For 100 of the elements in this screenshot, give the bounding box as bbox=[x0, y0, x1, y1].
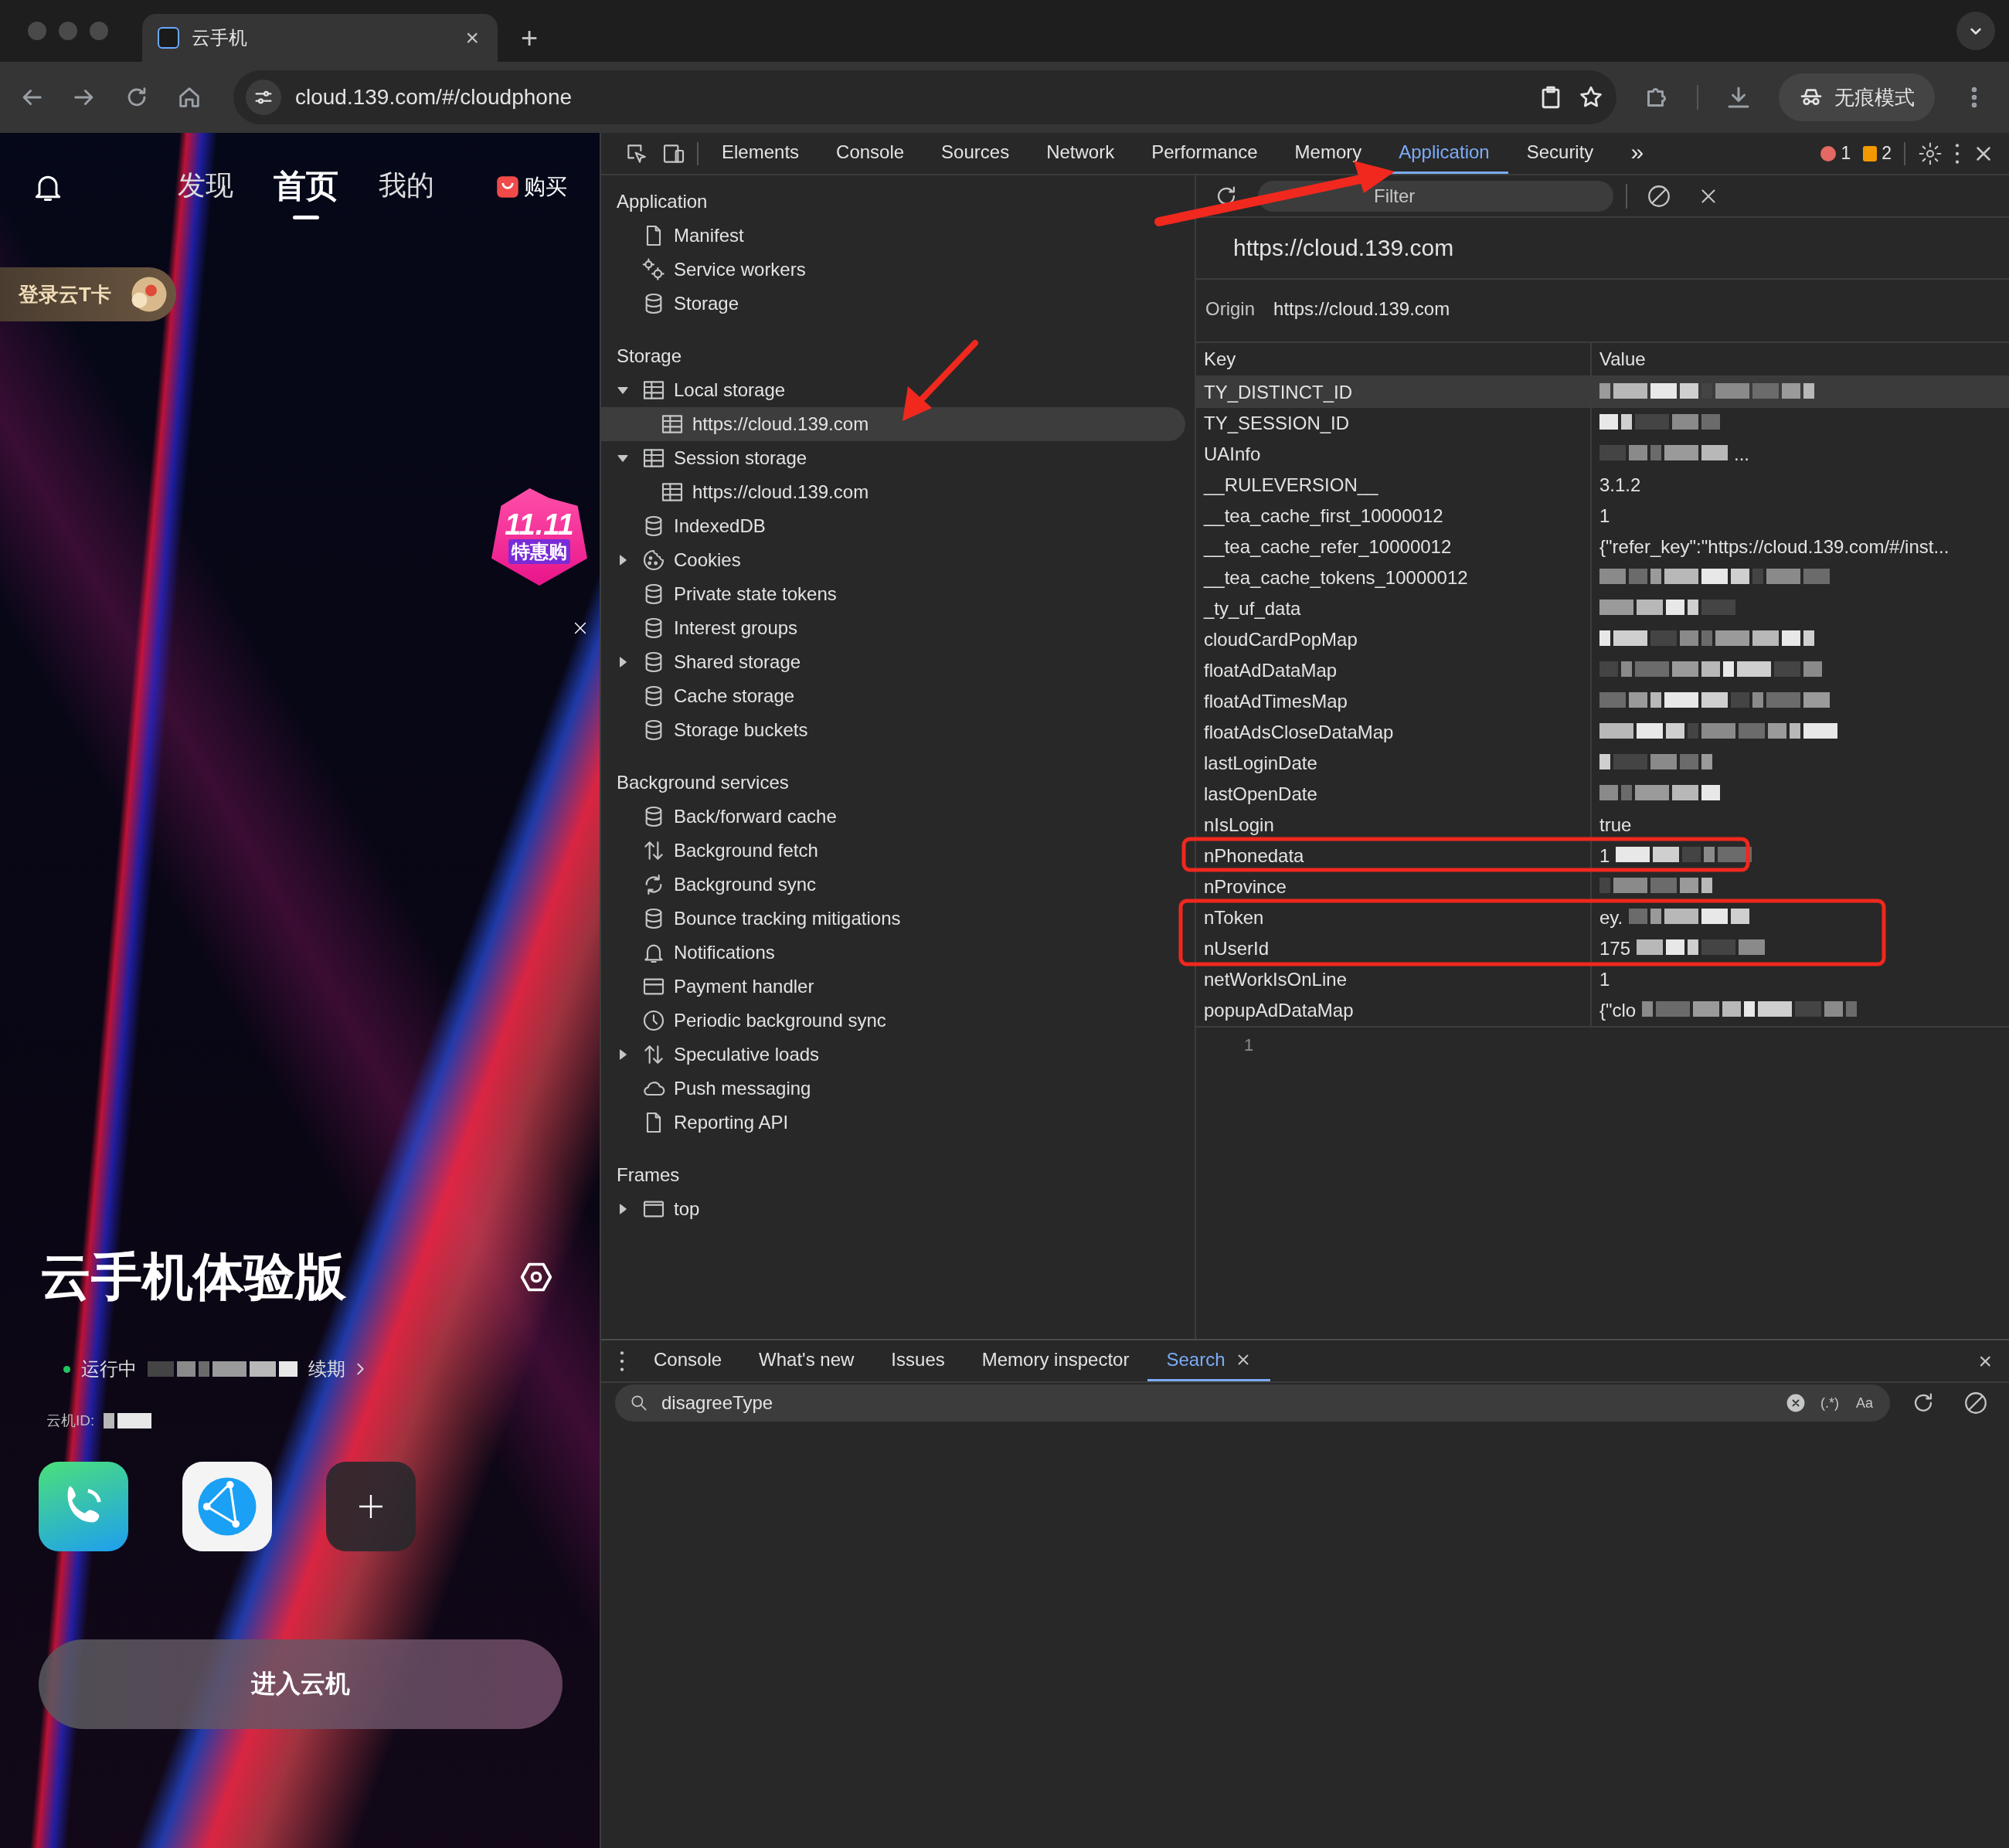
sidebar-item[interactable]: Bounce tracking mitigations bbox=[601, 902, 1185, 936]
column-header[interactable]: Value bbox=[1599, 348, 1646, 370]
devtools-tab[interactable]: Security bbox=[1508, 133, 1613, 174]
table-row[interactable]: __RULEVERSION__ 3.1.2 bbox=[1196, 470, 2009, 501]
sidebar-item[interactable]: Storage bbox=[601, 287, 1185, 321]
devtools-tab[interactable]: Sources bbox=[923, 133, 1028, 174]
sidebar-item[interactable]: Local storage bbox=[601, 373, 1185, 407]
browser-tab[interactable]: 云手机 × bbox=[142, 14, 498, 62]
match-case-toggle[interactable]: Aa bbox=[1852, 1394, 1876, 1411]
sidebar-item[interactable]: Shared storage bbox=[601, 645, 1185, 679]
table-row[interactable]: __tea_cache_first_10000012 1 bbox=[1196, 501, 2009, 532]
gears-icon bbox=[641, 257, 666, 282]
table-row[interactable]: popupAdDataMap {"clo bbox=[1196, 995, 2009, 1026]
enter-cloud-phone-button[interactable]: 进入云机 bbox=[39, 1639, 563, 1729]
search-field[interactable]: disagreeType (.*) Aa bbox=[615, 1384, 1890, 1422]
sidebar-item[interactable]: Manifest bbox=[601, 219, 1185, 253]
error-count[interactable]: 1 bbox=[1814, 143, 1858, 164]
close-drawer-button[interactable]: × bbox=[1975, 1347, 1995, 1374]
table-row[interactable]: nToken ey. bbox=[1196, 902, 2009, 933]
nav-tab[interactable]: 首页 bbox=[274, 155, 338, 219]
filter-field[interactable]: Filter bbox=[1258, 180, 1613, 212]
value-text: {"refer_key":"https://cloud.139.com/#/inst... bbox=[1599, 536, 1950, 558]
sidebar-item[interactable]: Notifications bbox=[601, 936, 1185, 970]
sidebar-item[interactable]: Reporting API bbox=[601, 1106, 1185, 1140]
sidebar-item[interactable]: Storage buckets bbox=[601, 713, 1185, 747]
promo-badge[interactable]: 11.11 特惠购 bbox=[491, 488, 587, 586]
sidebar-item[interactable]: top bbox=[601, 1192, 1185, 1226]
kebab-icon bbox=[620, 1350, 624, 1371]
table-row[interactable]: __tea_cache_tokens_10000012 bbox=[1196, 562, 2009, 593]
devtools-tab[interactable]: Network bbox=[1028, 133, 1134, 174]
regex-toggle[interactable]: (.*) bbox=[1817, 1394, 1842, 1411]
column-header[interactable]: Key bbox=[1196, 348, 1590, 370]
key-cell-text: TY_SESSION_ID bbox=[1203, 413, 1351, 434]
table-row[interactable]: _ty_uf_data bbox=[1196, 593, 2009, 624]
sidebar-item[interactable]: Cookies bbox=[601, 543, 1185, 577]
drawer-tab[interactable]: Search bbox=[1147, 1340, 1270, 1381]
drawer-tab[interactable]: What's new bbox=[740, 1340, 873, 1381]
table-row[interactable]: netWorkIsOnLine 1 bbox=[1196, 964, 2009, 995]
table-row[interactable]: TY_SESSION_ID bbox=[1196, 408, 2009, 439]
table-row[interactable]: lastLoginDate bbox=[1196, 748, 2009, 779]
origin-value: https://cloud.139.com bbox=[1273, 298, 1450, 320]
sidebar-item[interactable]: Session storage bbox=[601, 441, 1185, 475]
table-row[interactable]: nProvince bbox=[1196, 871, 2009, 902]
tab-search-button[interactable] bbox=[1956, 12, 1995, 50]
more-tabs-button[interactable]: » bbox=[1612, 133, 1663, 174]
browser-app-icon[interactable] bbox=[182, 1462, 272, 1551]
nav-tab[interactable]: 我的 bbox=[379, 158, 434, 216]
table-row[interactable]: TY_DISTINCT_ID bbox=[1196, 377, 2009, 408]
key-cell-text: nProvince bbox=[1203, 876, 1287, 898]
sidebar-item[interactable]: https://cloud.139.com bbox=[601, 407, 1185, 441]
address-bar[interactable]: cloud.139.com/#/cloudphone bbox=[233, 70, 1616, 124]
table-row[interactable]: floatAdDataMap bbox=[1196, 655, 2009, 686]
section-title: Application bbox=[616, 190, 709, 213]
kebab-icon bbox=[1955, 143, 1960, 164]
key-cell-text: nIsLogin bbox=[1203, 814, 1275, 836]
drawer-tab[interactable]: Issues bbox=[872, 1340, 964, 1381]
sidebar-item[interactable]: Push messaging bbox=[601, 1072, 1185, 1106]
key-cell-text: nToken bbox=[1203, 907, 1265, 929]
table-row[interactable]: lastOpenDate bbox=[1196, 779, 2009, 810]
status-text: 运行中 bbox=[81, 1357, 137, 1381]
key-cell-text: lastOpenDate bbox=[1203, 783, 1318, 805]
sidebar-item[interactable]: Background sync bbox=[601, 868, 1185, 902]
drawer-tab[interactable]: Console bbox=[635, 1340, 741, 1381]
close-tab-button[interactable]: × bbox=[462, 25, 482, 51]
table-row[interactable]: cloudCardPopMap bbox=[1196, 624, 2009, 655]
sidebar-item[interactable]: https://cloud.139.com bbox=[601, 475, 1185, 509]
key-cell-text: floatAdsCloseDataMap bbox=[1203, 722, 1395, 743]
table-row[interactable]: floatAdTimesMap bbox=[1196, 686, 2009, 717]
table-row[interactable]: floatAdsCloseDataMap bbox=[1196, 717, 2009, 748]
buy-link[interactable]: 购买 bbox=[491, 172, 572, 202]
key-cell-text: floatAdTimesMap bbox=[1203, 691, 1348, 712]
sidebar-item[interactable]: Service workers bbox=[601, 253, 1185, 287]
sidebar-item[interactable]: Speculative loads bbox=[601, 1038, 1185, 1072]
sidebar-item[interactable]: IndexedDB bbox=[601, 509, 1185, 543]
table-row[interactable]: nUserId 175 bbox=[1196, 933, 2009, 964]
devtools-tab[interactable]: Performance bbox=[1133, 133, 1276, 174]
new-tab-button[interactable]: + bbox=[516, 21, 543, 56]
phone-app-icon[interactable] bbox=[39, 1462, 128, 1551]
sidebar-item[interactable]: Back/forward cache bbox=[601, 800, 1185, 834]
nav-tab[interactable]: 发现 bbox=[178, 158, 233, 216]
sidebar-item[interactable]: Payment handler bbox=[601, 970, 1185, 1004]
sidebar-item[interactable]: Private state tokens bbox=[601, 577, 1185, 611]
table-row[interactable]: UAInfo ... bbox=[1196, 439, 2009, 470]
drawer-tab[interactable]: Memory inspector bbox=[963, 1340, 1148, 1381]
table-row[interactable]: nIsLogin true bbox=[1196, 810, 2009, 841]
line-number: 1 bbox=[1244, 1035, 1254, 1055]
login-card-button[interactable]: 登录云T卡 bbox=[0, 267, 176, 321]
warning-count[interactable]: 2 bbox=[1857, 143, 1898, 164]
sidebar-item[interactable]: Periodic background sync bbox=[601, 1004, 1185, 1038]
renew-link[interactable]: 续期 bbox=[308, 1357, 369, 1381]
sidebar-item[interactable]: Cache storage bbox=[601, 679, 1185, 713]
devtools-tab[interactable]: Elements bbox=[703, 133, 818, 174]
table-row[interactable]: __tea_cache_refer_10000012 {"refer_key":"https://cloud.139.com/#/inst... bbox=[1196, 532, 2009, 562]
favicon-icon bbox=[158, 27, 179, 49]
sidebar-item[interactable]: Background fetch bbox=[601, 834, 1185, 868]
sidebar-item[interactable]: Interest groups bbox=[601, 611, 1185, 645]
table-row[interactable]: nPhonedata 1 bbox=[1196, 841, 2009, 871]
devtools-tab[interactable]: Memory bbox=[1276, 133, 1381, 174]
incognito-button[interactable]: 无痕模式 bbox=[1779, 73, 1935, 121]
devtools-tab[interactable]: Console bbox=[818, 133, 923, 174]
